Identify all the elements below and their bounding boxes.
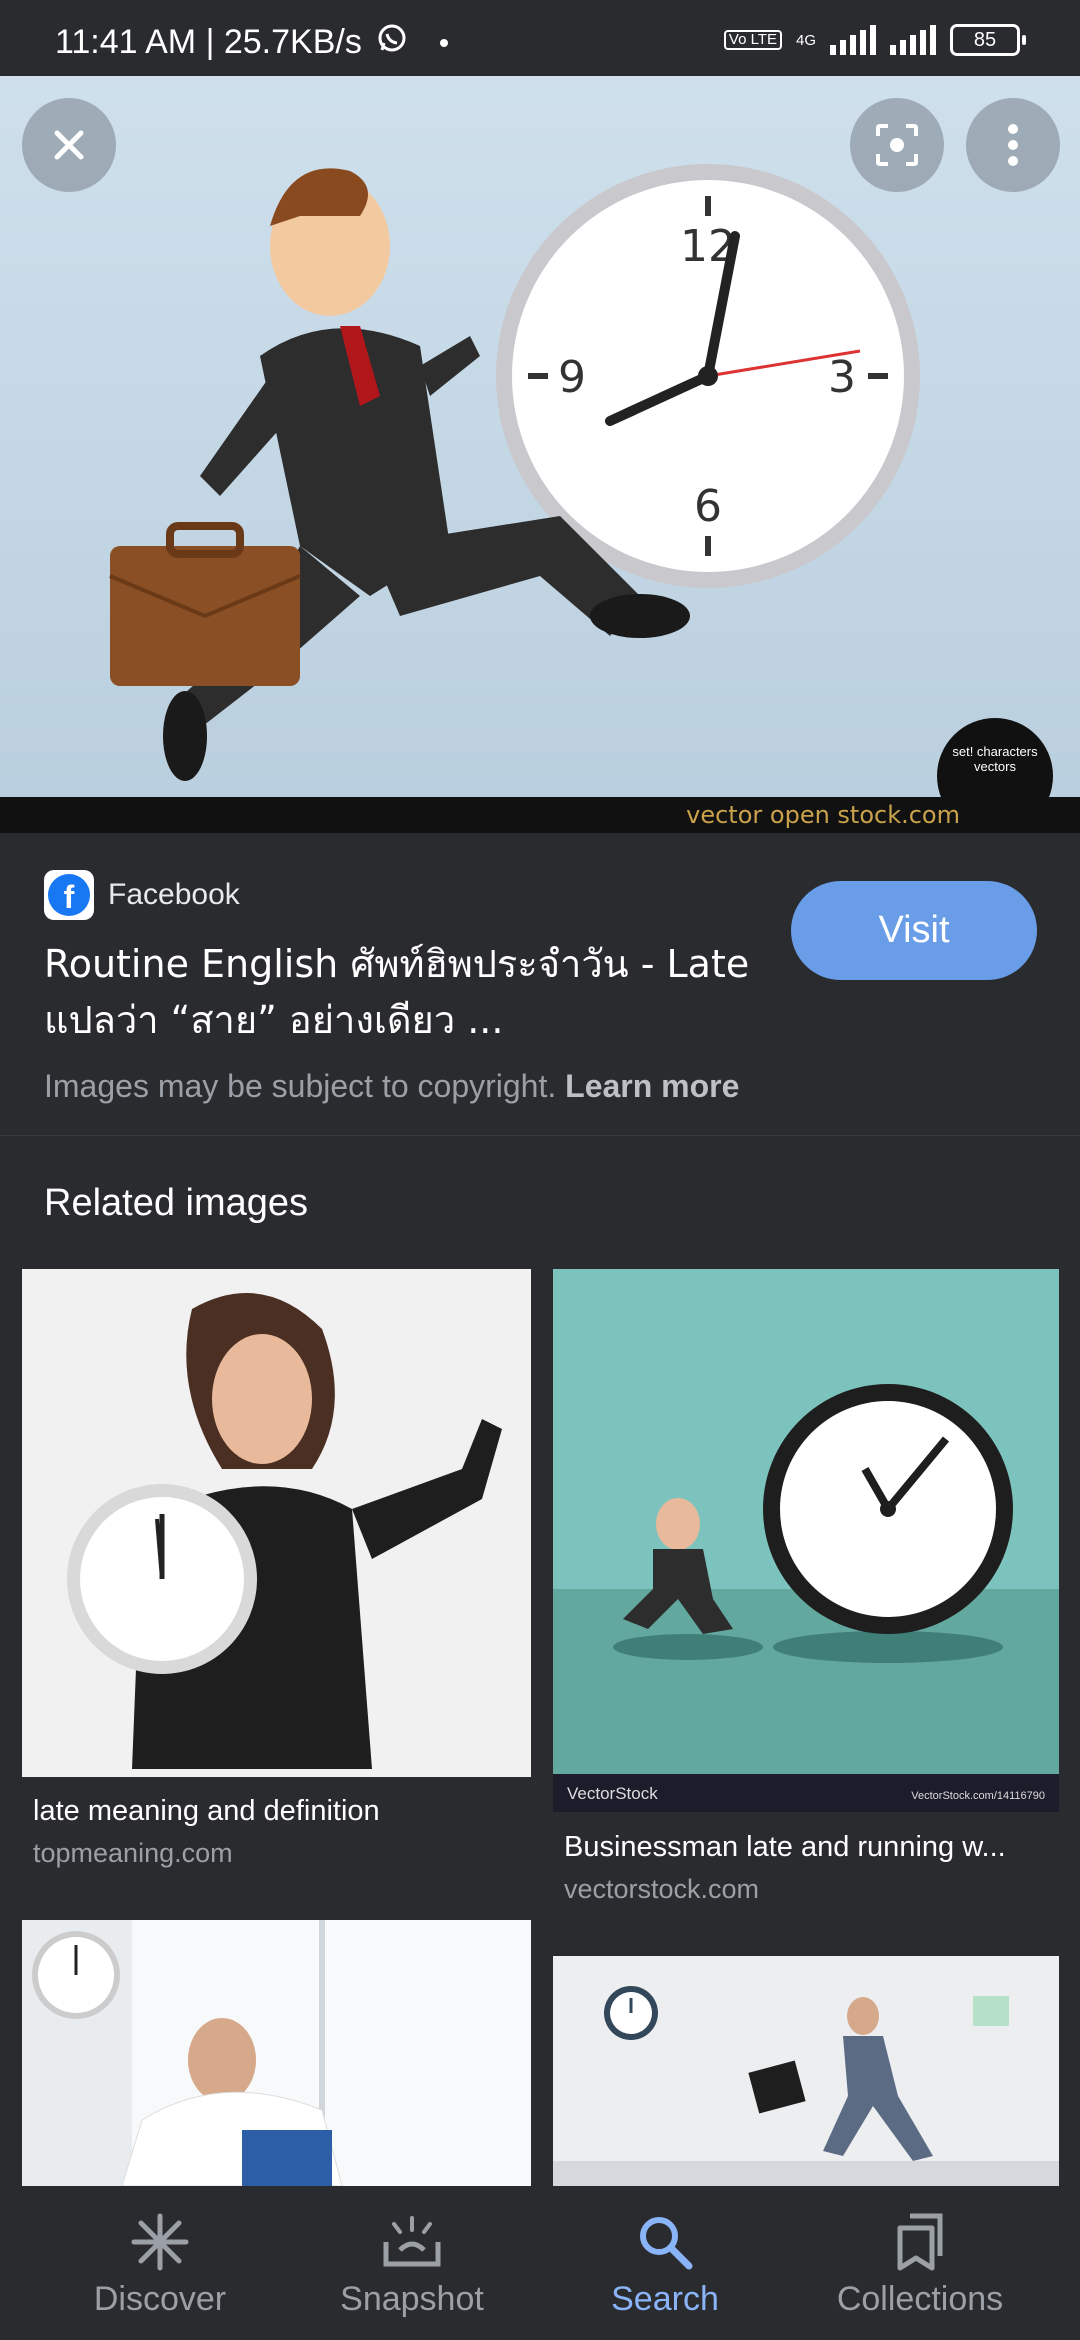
snapshot-icon <box>383 2216 441 2267</box>
close-button[interactable] <box>22 98 116 192</box>
svg-text:3: 3 <box>828 352 856 403</box>
source-name: Facebook <box>108 878 240 911</box>
brand-badge: set! characters vectors <box>952 744 1038 774</box>
more-vert-icon <box>1008 124 1018 166</box>
result-title[interactable]: Routine English ศัพท์ฮิพประจำวัน - Late … <box>44 936 764 1048</box>
status-left: 11:41 AM | 25.7KB/s <box>55 22 448 63</box>
bottom-navigation: Discover Snapshot Search Collections <box>0 2186 1080 2340</box>
related-image-2[interactable]: VectorStock VectorStock.com/14116790 <box>553 1269 1059 1812</box>
volte-badge: Vo LTE <box>723 30 782 50</box>
nav-snapshot-label: Snapshot <box>340 2280 484 2318</box>
lens-button[interactable] <box>850 98 944 192</box>
related-image-3[interactable] <box>22 1920 531 2186</box>
nav-collections[interactable]: Collections <box>785 2186 1055 2340</box>
related-image-4[interactable] <box>553 1956 1059 2186</box>
asterisk-icon <box>131 2213 189 2271</box>
battery-icon: 85 <box>950 24 1026 56</box>
visit-button[interactable]: Visit <box>791 881 1037 980</box>
man-with-wall-clock-photo <box>32 1920 531 2186</box>
nav-discover-label: Discover <box>93 2280 227 2318</box>
nav-search-label: Search <box>611 2280 719 2318</box>
svg-text:6: 6 <box>694 481 722 532</box>
signal-icon-2 <box>890 25 936 55</box>
facebook-icon: f <box>44 870 94 920</box>
man-running-with-papers-illustration <box>553 1986 1059 2186</box>
vectorstock-watermark: VectorStock <box>567 1784 658 1803</box>
related-images-heading: Related images <box>44 1182 309 1224</box>
status-right: Vo LTE 4G 85 <box>723 24 1026 56</box>
businessman-running-from-clock-illustration: VectorStock VectorStock.com/14116790 <box>553 1384 1059 1812</box>
more-options-button[interactable] <box>966 98 1060 192</box>
network-type: 4G <box>795 31 816 49</box>
collections-icon <box>897 2213 943 2271</box>
hero-watermark: vector open stock.com <box>0 797 1080 833</box>
main-image[interactable]: 12 6 9 3 vector open stock.com set! char… <box>0 76 1080 833</box>
search-icon <box>640 2217 693 2270</box>
copyright-text: Images may be subject to copyright. <box>44 1068 557 1104</box>
running-businessman-clock-illustration: 12 6 9 3 <box>109 164 1053 833</box>
signal-icon <box>830 25 876 55</box>
nav-snapshot[interactable]: Snapshot <box>277 2186 547 2340</box>
learn-more-link[interactable]: Learn more <box>565 1068 739 1104</box>
related-domain-2: vectorstock.com <box>564 1874 760 1904</box>
related-domain-1: topmeaning.com <box>33 1838 233 1868</box>
status-bar: 11:41 AM | 25.7KB/s Vo LTE 4G 85 <box>0 0 1080 76</box>
copyright-notice: Images may be subject to copyright. Lear… <box>44 1068 739 1105</box>
source-row[interactable]: f Facebook <box>44 870 240 920</box>
related-title-1[interactable]: late meaning and definition <box>33 1795 523 1828</box>
whatsapp-icon <box>376 22 408 63</box>
close-icon <box>54 130 84 160</box>
nav-collections-label: Collections <box>836 2280 1004 2318</box>
related-image-1[interactable] <box>22 1269 531 1777</box>
battery-level: 85 <box>973 29 997 51</box>
notification-dot-icon <box>439 38 448 47</box>
status-time-speed: 11:41 AM | 25.7KB/s <box>55 23 362 61</box>
lens-icon <box>876 124 918 166</box>
nav-discover[interactable]: Discover <box>25 2186 295 2340</box>
nav-search[interactable]: Search <box>530 2186 800 2340</box>
vectorstock-id: VectorStock.com/14116790 <box>911 1790 1045 1802</box>
woman-with-clock-illustration <box>67 1293 502 1769</box>
related-title-2[interactable]: Businessman late and running w... <box>564 1831 1044 1864</box>
svg-text:9: 9 <box>558 352 586 403</box>
